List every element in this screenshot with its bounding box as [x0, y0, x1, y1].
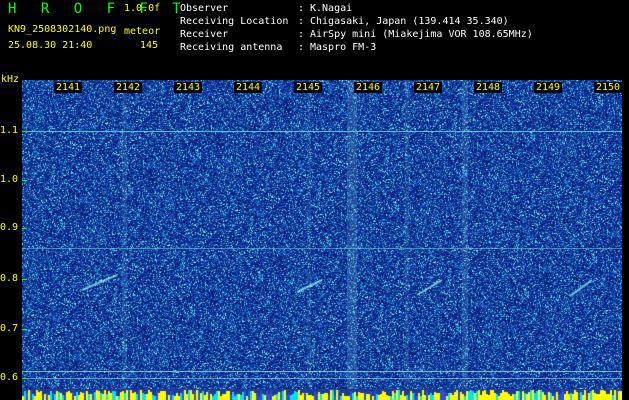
info-row-location: Receiving Location: Chigasaki, Japan (139… — [180, 16, 509, 27]
time-label: 2143 — [174, 82, 203, 93]
vertical-band — [405, 80, 409, 389]
vertical-band — [347, 80, 357, 389]
meteor-count: 145 — [140, 40, 159, 51]
time-label: 2146 — [354, 82, 383, 93]
vertical-band — [462, 80, 468, 389]
date-time: 25.08.30 21:40 — [8, 40, 93, 51]
y-tick — [22, 279, 27, 280]
time-label: 2141 — [54, 82, 83, 93]
signal-level-bar — [22, 389, 622, 400]
freq-label: 0.7 — [0, 323, 19, 334]
time-label: 2148 — [474, 82, 503, 93]
info-row-observer: Observer: K.Nagai — [180, 3, 353, 14]
y-tick — [22, 180, 27, 181]
spectrogram-noise — [22, 80, 622, 389]
carrier-line — [22, 371, 622, 372]
spectrogram-plot[interactable] — [22, 80, 622, 389]
freq-label: 0.6 — [0, 372, 19, 383]
time-label: 2144 — [234, 82, 263, 93]
freq-label: 1.1 — [0, 125, 19, 136]
carrier-line — [22, 378, 622, 379]
carrier-line — [22, 248, 622, 249]
signal-level-canvas — [22, 389, 622, 400]
freq-label: 1.0 — [0, 174, 19, 185]
freq-label: 0.9 — [0, 222, 19, 233]
time-label: 2150 — [594, 82, 623, 93]
info-row-receiver: Receiver: AirSpy mini (Miakejima VOR 108.… — [180, 29, 533, 40]
freq-label: 0.8 — [0, 273, 19, 284]
time-label: 2149 — [534, 82, 563, 93]
y-tick — [22, 228, 27, 229]
y-tick — [22, 131, 27, 132]
time-label: 2145 — [294, 82, 323, 93]
header-panel: H R O F F T 1.0.0f KN9_2508302140.png me… — [0, 0, 629, 78]
carrier-line — [22, 131, 622, 132]
y-tick — [22, 378, 27, 379]
frequency-unit-label: kHz — [1, 74, 20, 85]
y-tick — [22, 329, 27, 330]
time-label: 2142 — [114, 82, 143, 93]
vertical-band — [307, 80, 311, 389]
file-name: KN9_2508302140.png — [8, 24, 117, 35]
station-info: Observer: K.Nagai Receiving Location: Chig… — [180, 2, 533, 54]
vertical-band — [122, 80, 127, 389]
time-label: 2147 — [414, 82, 443, 93]
info-row-antenna: Receiving antenna: Maspro FM-3 — [180, 42, 377, 53]
app-title: H R O F F T — [8, 1, 189, 17]
mode-label: meteor — [124, 26, 161, 37]
version-label: 1.0.0f — [124, 3, 161, 14]
